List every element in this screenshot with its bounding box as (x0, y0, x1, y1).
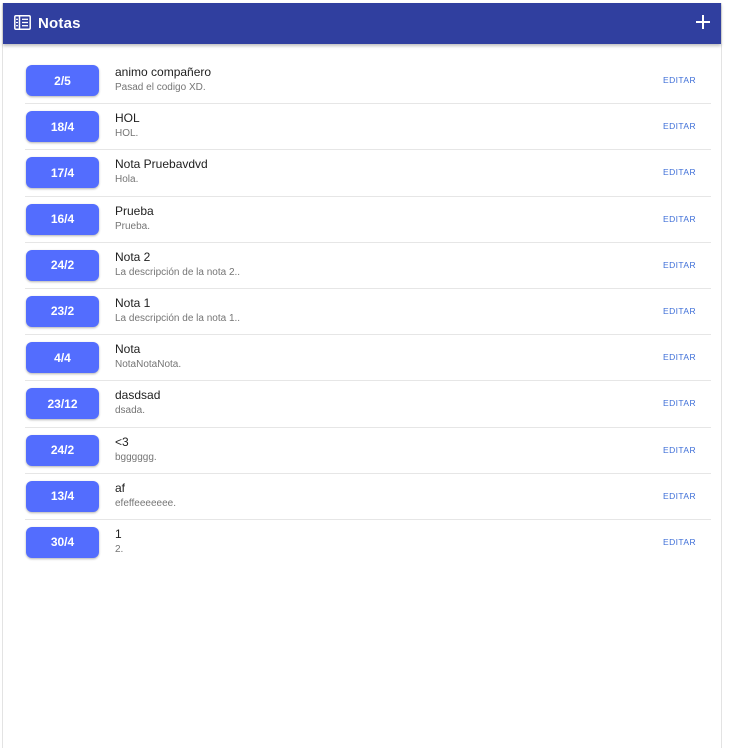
note-description: Pasad el codigo XD. (115, 82, 206, 93)
edit-note-button[interactable]: EDITAR (663, 398, 696, 408)
add-note-button[interactable] (694, 13, 712, 31)
note-title: 1 (115, 526, 122, 541)
note-date-chip: 17/4 (26, 157, 99, 189)
notebook-icon (14, 15, 31, 30)
note-list-item: 17/4 Nota Pruebavdvd Hola. EDITAR (25, 150, 711, 197)
note-description: Hola. (115, 174, 139, 186)
note-title: Nota Pruebavdvd (115, 157, 208, 172)
note-date-chip: 13/4 (26, 480, 99, 512)
edit-note-button[interactable]: EDITAR (663, 121, 696, 131)
note-list-item: 4/4 Nota NotaNotaNota. EDITAR (25, 335, 711, 382)
notes-list: 2/5 animo compañero Pasad el codigo XD. … (25, 58, 711, 566)
app-bar: Notas (3, 3, 721, 44)
note-list-item: 30/4 1 2. EDITAR (25, 520, 711, 566)
note-date-chip: 18/4 (26, 111, 99, 143)
note-title: HOL (115, 111, 140, 126)
edit-note-button[interactable]: EDITAR (663, 537, 696, 547)
edit-note-button[interactable]: EDITAR (663, 75, 696, 85)
note-date-chip: 23/12 (26, 388, 99, 420)
edit-note-button[interactable]: EDITAR (663, 352, 696, 362)
note-description: 2. (115, 543, 124, 555)
app-window: Notas 2/5 animo compañero Pasad el codig… (2, 3, 722, 748)
note-date-chip: 24/2 (26, 249, 99, 281)
note-list-item: 23/12 dasdsad dsada. EDITAR (25, 381, 711, 428)
note-date-chip: 2/5 (26, 65, 99, 96)
note-description: HOL. (115, 128, 139, 140)
note-title: animo compañero (115, 65, 212, 79)
edit-note-button[interactable]: EDITAR (663, 491, 696, 501)
note-list-item: 24/2 Nota 2 La descripción de la nota 2.… (25, 243, 711, 289)
note-list-item: 16/4 Prueba Prueba. EDITAR (25, 197, 711, 243)
note-title: Nota 2 (115, 249, 151, 264)
note-description: La descripción de la nota 1.. (115, 312, 241, 324)
note-list-item: 2/5 animo compañero Pasad el codigo XD. … (25, 58, 711, 105)
note-title: Nota (115, 342, 141, 357)
note-description: bgggggg. (115, 451, 157, 463)
note-description: efeffeeeeeee. (115, 497, 176, 509)
note-date-chip: 23/2 (26, 295, 99, 327)
note-list-item: 23/2 Nota 1 La descripción de la nota 1.… (25, 289, 711, 336)
note-title: <3 (115, 434, 129, 449)
edit-note-button[interactable]: EDITAR (663, 445, 696, 455)
note-description: La descripción de la nota 2.. (115, 266, 241, 278)
note-description: NotaNotaNota. (115, 359, 182, 371)
edit-note-button[interactable]: EDITAR (663, 306, 696, 316)
page-title: Notas (38, 15, 81, 32)
note-title: dasdsad (115, 388, 161, 403)
note-list-item: 13/4 af efeffeeeeeee. EDITAR (25, 474, 711, 520)
note-date-chip: 4/4 (26, 342, 99, 374)
note-date-chip: 16/4 (26, 203, 99, 235)
note-list-item: 18/4 HOL HOL. EDITAR (25, 104, 711, 151)
edit-note-button[interactable]: EDITAR (663, 167, 696, 177)
note-list-item: 24/2 <3 bgggggg. EDITAR (25, 428, 711, 474)
note-title: af (115, 480, 126, 495)
edit-note-button[interactable]: EDITAR (663, 260, 696, 270)
note-title: Nota 1 (115, 295, 151, 310)
note-description: Prueba. (115, 220, 151, 232)
note-date-chip: 30/4 (26, 526, 99, 558)
plus-icon (696, 15, 710, 29)
note-description: dsada. (115, 405, 146, 417)
note-date-chip: 24/2 (26, 434, 99, 466)
edit-note-button[interactable]: EDITAR (663, 214, 696, 224)
note-title: Prueba (115, 203, 154, 218)
